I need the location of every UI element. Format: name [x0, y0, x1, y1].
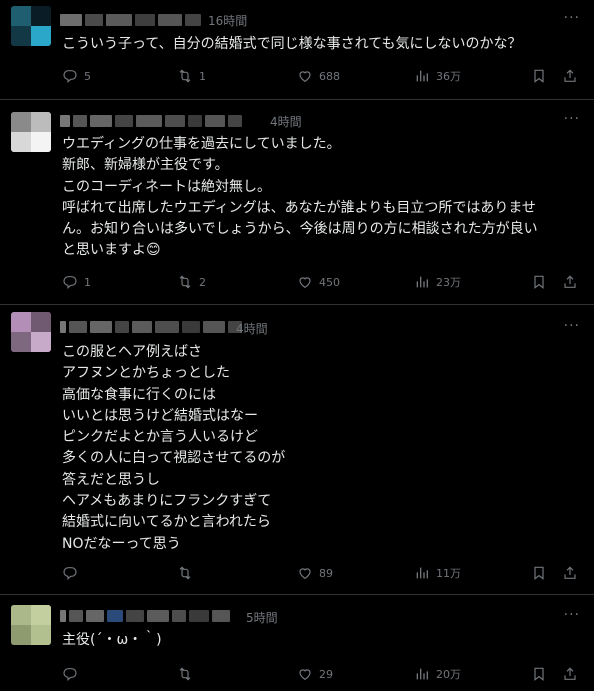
- share-icon: [562, 565, 578, 581]
- like-icon: [297, 666, 313, 682]
- retweet-button[interactable]: [177, 664, 199, 684]
- reply-icon: [62, 565, 78, 581]
- like-count: 688: [319, 69, 340, 83]
- bookmark-button[interactable]: [531, 563, 547, 583]
- views-icon: [414, 666, 430, 682]
- post-text: この服とヘア例えばさ アフヌンとかちょっとした 高価な食事に行くのには いいとは…: [62, 344, 286, 552]
- post[interactable]: 5時間 ··· 主役(´・ω・｀) 29 20万: [0, 594, 594, 691]
- share-button[interactable]: [562, 272, 578, 292]
- more-icon[interactable]: ···: [564, 10, 580, 26]
- username-redacted[interactable]: [60, 114, 245, 128]
- username-redacted[interactable]: [60, 13, 204, 27]
- reply-icon: [62, 274, 78, 290]
- post-text: こういう子って、自分の結婚式で同じ様な事されても気にしないのかな？: [62, 36, 522, 52]
- like-icon: [297, 68, 313, 84]
- reply-button[interactable]: 5: [62, 66, 91, 86]
- like-icon: [297, 565, 313, 581]
- share-button[interactable]: [562, 66, 578, 86]
- reply-icon: [62, 68, 78, 84]
- reply-button[interactable]: 1: [62, 272, 91, 292]
- avatar[interactable]: [11, 312, 51, 352]
- retweet-button[interactable]: [177, 563, 199, 583]
- retweet-icon: [177, 274, 193, 290]
- more-icon[interactable]: ···: [564, 318, 580, 334]
- post[interactable]: 16時間 ··· こういう子って、自分の結婚式で同じ様な事されても気にしないのか…: [0, 0, 594, 100]
- action-bar: 1 2 450 23万: [62, 272, 587, 292]
- view-count: 36万: [436, 70, 461, 83]
- views-button[interactable]: 11万: [414, 563, 461, 583]
- bookmark-button[interactable]: [531, 66, 547, 86]
- post-time[interactable]: 16時間: [208, 12, 247, 29]
- share-icon: [562, 274, 578, 290]
- action-bar: 5 1 688 36万: [62, 66, 587, 86]
- retweet-icon: [177, 565, 193, 581]
- username-redacted[interactable]: [60, 609, 233, 623]
- retweet-icon: [177, 666, 193, 682]
- bookmark-icon: [531, 274, 547, 290]
- reply-count: 5: [84, 69, 91, 83]
- retweet-count: 2: [199, 275, 206, 289]
- views-icon: [414, 68, 430, 84]
- post-time[interactable]: 5時間: [246, 609, 278, 626]
- views-button[interactable]: 36万: [414, 66, 461, 86]
- retweet-count: 1: [199, 69, 206, 83]
- like-button[interactable]: 688: [297, 66, 340, 86]
- view-count: 11万: [436, 567, 461, 580]
- post[interactable]: 4時間 ··· この服とヘア例えばさ アフヌンとかちょっとした 高価な食事に行く…: [0, 304, 594, 595]
- like-button[interactable]: 450: [297, 272, 340, 292]
- post-time[interactable]: 4時間: [236, 320, 268, 337]
- bookmark-icon: [531, 565, 547, 581]
- like-count: 450: [319, 275, 340, 289]
- retweet-button[interactable]: 1: [177, 66, 206, 86]
- more-icon[interactable]: ···: [564, 607, 580, 623]
- views-button[interactable]: 23万: [414, 272, 461, 292]
- avatar[interactable]: [11, 6, 51, 46]
- avatar[interactable]: [11, 605, 51, 645]
- retweet-button[interactable]: 2: [177, 272, 206, 292]
- bookmark-button[interactable]: [531, 664, 547, 684]
- bookmark-button[interactable]: [531, 272, 547, 292]
- like-button[interactable]: 89: [297, 563, 333, 583]
- action-bar: 89 11万: [62, 563, 587, 583]
- like-count: 29: [319, 667, 333, 681]
- post-time[interactable]: 4時間: [270, 113, 302, 130]
- post-text: ウエディングの仕事を過去にしていました。 新郎、新婦様が主役です。 このコーディ…: [62, 136, 538, 259]
- retweet-icon: [177, 68, 193, 84]
- like-count: 89: [319, 566, 333, 580]
- post[interactable]: 4時間 ··· ウエディングの仕事を過去にしていました。 新郎、新婦様が主役です…: [0, 99, 594, 305]
- post-text: 主役(´・ω・｀): [62, 632, 162, 648]
- share-button[interactable]: [562, 563, 578, 583]
- reply-button[interactable]: [62, 563, 84, 583]
- more-icon[interactable]: ···: [564, 111, 580, 127]
- like-icon: [297, 274, 313, 290]
- views-button[interactable]: 20万: [414, 664, 461, 684]
- share-icon: [562, 666, 578, 682]
- action-bar: 29 20万: [62, 664, 587, 684]
- like-button[interactable]: 29: [297, 664, 333, 684]
- bookmark-icon: [531, 68, 547, 84]
- reply-button[interactable]: [62, 664, 84, 684]
- avatar[interactable]: [11, 112, 51, 152]
- reply-icon: [62, 666, 78, 682]
- views-icon: [414, 274, 430, 290]
- view-count: 20万: [436, 668, 461, 681]
- view-count: 23万: [436, 276, 461, 289]
- reply-count: 1: [84, 275, 91, 289]
- views-icon: [414, 565, 430, 581]
- share-icon: [562, 68, 578, 84]
- username-redacted[interactable]: [60, 320, 245, 334]
- bookmark-icon: [531, 666, 547, 682]
- share-button[interactable]: [562, 664, 578, 684]
